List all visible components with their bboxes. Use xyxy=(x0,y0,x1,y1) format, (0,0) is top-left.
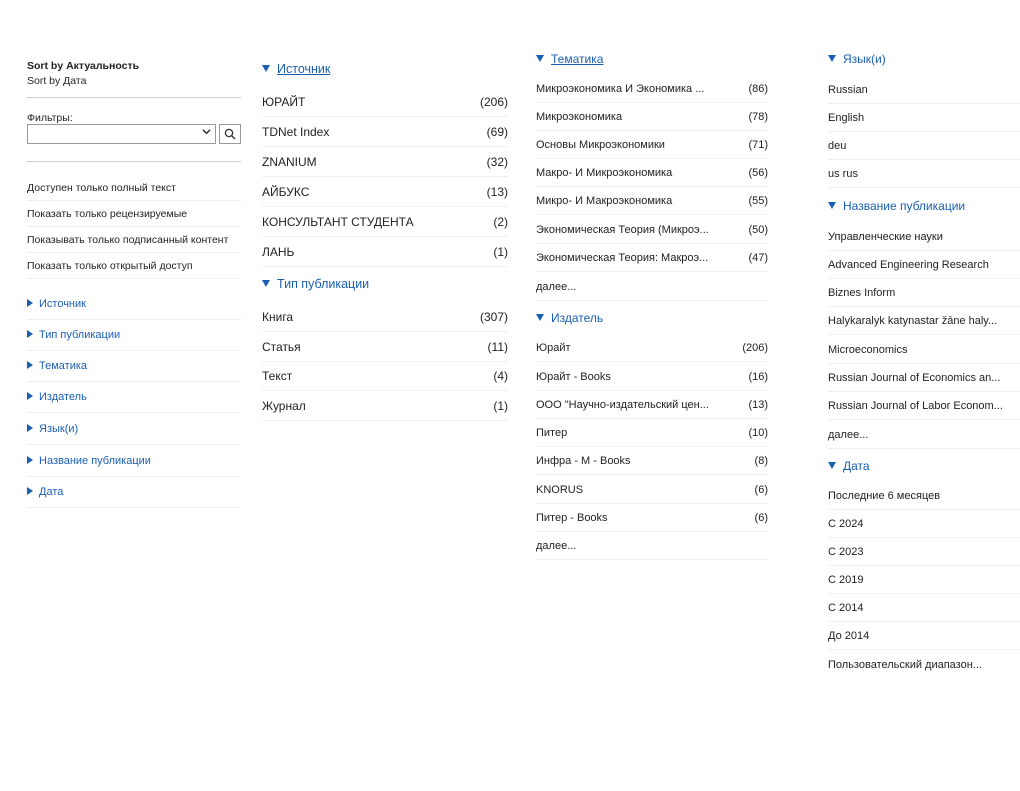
option-open-access[interactable]: Показать только открытый доступ xyxy=(27,253,241,279)
list-item[interactable]: Микроэкономика И Экономика ... (86) xyxy=(536,75,768,103)
search-icon xyxy=(224,128,236,143)
filters-search-button[interactable] xyxy=(219,124,241,144)
facet-header-date[interactable]: Дата xyxy=(828,459,870,473)
list-item[interactable]: Microeconomics xyxy=(828,336,1020,364)
list-item[interactable]: ООО "Научно-издательский цен... (13) xyxy=(536,391,768,419)
list-item[interactable]: Статья (11) xyxy=(262,332,508,362)
facet-header-pubtype[interactable]: Тип публикации xyxy=(262,277,369,291)
facet-title-language[interactable]: Язык(и) xyxy=(843,52,886,66)
list-item[interactable]: Экономическая Теория: Макроэ... (47) xyxy=(536,244,768,272)
triangle-down-icon xyxy=(536,55,544,63)
custom-range-link[interactable]: Пользовательский диапазон... xyxy=(828,651,1020,679)
facet-header-subject[interactable]: Тематика xyxy=(536,52,603,66)
list-item[interactable]: До 2014 xyxy=(828,622,1020,650)
facet-title-pubname[interactable]: Название публикации xyxy=(843,199,965,213)
chevron-down-icon xyxy=(202,127,211,139)
triangle-down-icon xyxy=(262,65,270,73)
list-item[interactable]: Экономическая Теория (Микроэ... (50) xyxy=(536,216,768,244)
option-subscribed-content[interactable]: Показывать только подписанный контент xyxy=(27,227,241,253)
list-item[interactable]: Питер (10) xyxy=(536,419,768,447)
triangle-down-icon xyxy=(828,462,836,470)
list-item[interactable]: КОНСУЛЬТАНТ СТУДЕНТА (2) xyxy=(262,207,508,237)
facet-toggle-language[interactable]: Язык(и) xyxy=(27,414,241,445)
facet-header-pubname[interactable]: Название публикации xyxy=(828,199,965,213)
list-item[interactable]: deu xyxy=(828,132,1020,160)
triangle-down-icon xyxy=(828,55,836,63)
triangle-right-icon xyxy=(27,487,33,496)
list-item[interactable]: Russian xyxy=(828,76,1020,104)
list-item[interactable]: Последние 6 месяцев xyxy=(828,482,1020,510)
facet-toggle-subject[interactable]: Тематика xyxy=(27,351,241,382)
filters-select[interactable] xyxy=(27,124,216,144)
list-item[interactable]: С 2014 xyxy=(828,594,1020,622)
list-item[interactable]: Книга (307) xyxy=(262,302,508,332)
list-item[interactable]: English xyxy=(828,104,1020,132)
triangle-right-icon xyxy=(27,456,33,465)
list-item[interactable]: Russian Journal of Economics an... xyxy=(828,364,1020,392)
more-link-subject[interactable]: далее... xyxy=(536,273,768,301)
list-item[interactable]: Питер - Books (6) xyxy=(536,504,768,532)
triangle-right-icon xyxy=(27,424,33,433)
list-item[interactable]: TDNet Index (69) xyxy=(262,117,508,147)
list-item[interactable]: Управленческие науки xyxy=(828,223,1020,251)
list-item[interactable]: С 2019 xyxy=(828,566,1020,594)
facet-header-source[interactable]: Источник xyxy=(262,62,330,76)
facet-title-subject[interactable]: Тематика xyxy=(551,52,603,66)
list-item[interactable]: Юрайт (206) xyxy=(536,334,768,362)
list-item[interactable]: Юрайт - Books (16) xyxy=(536,363,768,391)
divider xyxy=(27,161,241,162)
list-item[interactable]: Russian Journal of Labor Econom... xyxy=(828,392,1020,420)
sort-relevance-link[interactable]: Sort by Актуальность xyxy=(27,60,139,72)
facet-toggle-pubtype[interactable]: Тип публикации xyxy=(27,320,241,351)
list-item[interactable]: KNORUS (6) xyxy=(536,476,768,504)
triangle-right-icon xyxy=(27,299,33,308)
facet-title-publisher[interactable]: Издатель xyxy=(551,311,603,325)
list-item[interactable]: Основы Микроэкономики (71) xyxy=(536,131,768,159)
triangle-right-icon xyxy=(27,330,33,339)
filters-label: Фильтры: xyxy=(27,112,73,124)
list-item[interactable]: Biznes Inform xyxy=(828,279,1020,307)
triangle-down-icon xyxy=(828,202,836,210)
list-item[interactable]: АЙБУКС (13) xyxy=(262,177,508,207)
triangle-right-icon xyxy=(27,392,33,401)
triangle-down-icon xyxy=(262,280,270,288)
sort-date-link[interactable]: Sort by Дата xyxy=(27,75,86,87)
list-item[interactable]: Текст (4) xyxy=(262,361,508,391)
list-item[interactable]: Микро- И Макроэкономика (55) xyxy=(536,187,768,215)
triangle-right-icon xyxy=(27,361,33,370)
list-item[interactable]: Журнал (1) xyxy=(262,391,508,421)
more-link-publisher[interactable]: далее... xyxy=(536,532,768,560)
facet-toggle-publisher[interactable]: Издатель xyxy=(27,382,241,413)
facet-toggle-pubname[interactable]: Название публикации xyxy=(27,446,241,477)
facet-toggle-date[interactable]: Дата xyxy=(27,477,241,508)
list-item[interactable]: Макро- И Микроэкономика (56) xyxy=(536,159,768,187)
facet-title-date[interactable]: Дата xyxy=(843,459,870,473)
more-link-pubname[interactable]: далее... xyxy=(828,421,1020,449)
list-item[interactable]: Микроэкономика (78) xyxy=(536,103,768,131)
facet-title-pubtype[interactable]: Тип публикации xyxy=(277,277,369,291)
facet-header-language[interactable]: Язык(и) xyxy=(828,52,886,66)
facet-header-publisher[interactable]: Издатель xyxy=(536,311,603,325)
list-item[interactable]: С 2023 xyxy=(828,538,1020,566)
list-item[interactable]: Halykaralyk katynastar žāne haly... xyxy=(828,307,1020,335)
option-peer-reviewed[interactable]: Показать только рецензируемые xyxy=(27,201,241,227)
option-full-text[interactable]: Доступен только полный текст xyxy=(27,175,241,201)
triangle-down-icon xyxy=(536,314,544,322)
list-item[interactable]: Advanced Engineering Research xyxy=(828,251,1020,279)
facet-toggle-source[interactable]: Источник xyxy=(27,289,241,320)
divider xyxy=(27,97,241,98)
list-item[interactable]: us rus xyxy=(828,160,1020,188)
list-item[interactable]: ЮРАЙТ (206) xyxy=(262,87,508,117)
list-item[interactable]: ZNANIUM (32) xyxy=(262,147,508,177)
list-item[interactable]: Инфра - М - Books (8) xyxy=(536,447,768,475)
list-item[interactable]: С 2024 xyxy=(828,510,1020,538)
list-item[interactable]: ЛАНЬ (1) xyxy=(262,237,508,267)
facet-title-source[interactable]: Источник xyxy=(277,62,330,76)
